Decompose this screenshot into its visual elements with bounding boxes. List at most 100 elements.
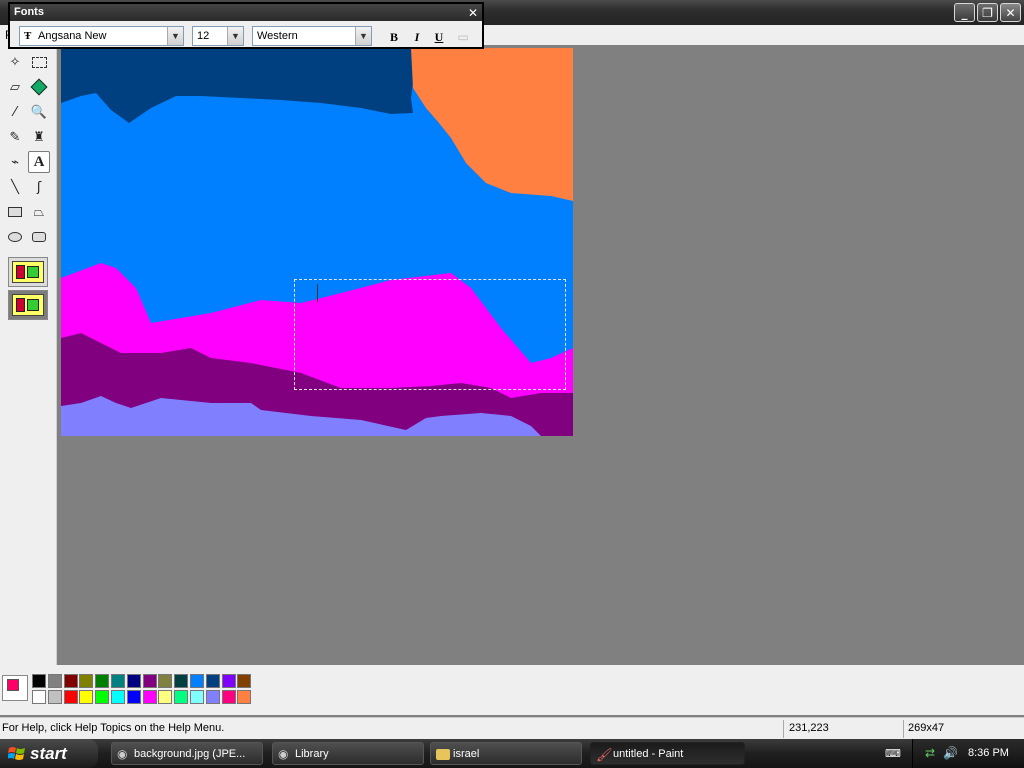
polygon-icon[interactable]: ⏢ bbox=[28, 201, 50, 223]
font-name-select[interactable]: Ŧ Angsana New ▼ bbox=[19, 26, 184, 46]
status-divider bbox=[903, 720, 904, 738]
palette-swatch[interactable] bbox=[63, 674, 78, 688]
palette-swatch[interactable] bbox=[221, 690, 236, 704]
palette-swatch[interactable] bbox=[142, 690, 157, 704]
volume-icon[interactable]: 🔊 bbox=[943, 746, 958, 760]
font-size-select[interactable]: 12 ▼ bbox=[192, 26, 244, 46]
chevron-down-icon[interactable]: ▼ bbox=[167, 27, 183, 45]
status-help-text: For Help, click Help Topics on the Help … bbox=[2, 722, 225, 734]
palette-swatch[interactable] bbox=[126, 674, 141, 688]
status-bar: For Help, click Help Topics on the Help … bbox=[0, 717, 1024, 739]
palette-swatch[interactable] bbox=[237, 690, 252, 704]
palette-swatch[interactable] bbox=[47, 674, 62, 688]
restore-button[interactable]: ❐ bbox=[977, 3, 998, 22]
task-label: israel bbox=[453, 747, 480, 760]
font-size-value: 12 bbox=[197, 30, 210, 42]
rounded-rectangle-icon[interactable] bbox=[28, 226, 50, 248]
pencil-icon[interactable]: ✎ bbox=[4, 126, 26, 148]
start-label: start bbox=[30, 743, 67, 763]
windows-flag-icon bbox=[8, 747, 25, 760]
keyboard-icon[interactable]: ⌨ bbox=[882, 742, 904, 765]
status-size: 269x47 bbox=[908, 722, 945, 734]
palette-swatch[interactable] bbox=[95, 690, 110, 704]
minimize-button[interactable]: _ bbox=[954, 3, 975, 22]
chevron-down-icon[interactable]: ▼ bbox=[355, 27, 371, 45]
palette-swatch[interactable] bbox=[47, 690, 62, 704]
font-name-value: Angsana New bbox=[38, 30, 107, 42]
airbrush-icon[interactable]: ⌁ bbox=[4, 151, 26, 173]
palette-swatch[interactable] bbox=[32, 674, 46, 688]
eraser-icon[interactable]: ▱ bbox=[4, 76, 26, 98]
folder-icon bbox=[436, 749, 450, 760]
text-selection-box[interactable] bbox=[294, 279, 566, 390]
fonts-toolbar: Fonts ✕ Ŧ Angsana New ▼ 12 ▼ Western ▼ B… bbox=[8, 2, 484, 49]
current-colors bbox=[2, 675, 28, 701]
taskbar: start ◉ background.jpg (JPE... ◉ Library… bbox=[0, 739, 1024, 768]
task-background-jpg[interactable]: ◉ background.jpg (JPE... bbox=[111, 742, 263, 765]
palette-swatch[interactable] bbox=[205, 690, 220, 704]
network-icon[interactable]: ⇄ bbox=[925, 746, 935, 760]
palette-swatch[interactable] bbox=[190, 690, 204, 704]
status-coords: 231,223 bbox=[789, 722, 829, 734]
ellipse-icon[interactable] bbox=[4, 226, 26, 248]
opaque-icon bbox=[12, 261, 44, 283]
fonts-toolbar-title: Fonts ✕ bbox=[10, 4, 482, 21]
close-button[interactable]: ✕ bbox=[1000, 3, 1021, 22]
curve-icon[interactable]: ʃ bbox=[28, 176, 50, 198]
media-library-icon: ◉ bbox=[278, 747, 289, 761]
palette-swatch[interactable] bbox=[79, 690, 94, 704]
palette-swatch[interactable] bbox=[111, 674, 125, 688]
text-caret bbox=[317, 284, 318, 302]
system-tray: ⇄ 🔊 8:36 PM bbox=[912, 739, 1024, 768]
chevron-down-icon[interactable]: ▼ bbox=[227, 27, 243, 45]
clock: 8:36 PM bbox=[968, 747, 1009, 759]
font-script-select[interactable]: Western ▼ bbox=[252, 26, 372, 46]
task-paint[interactable]: 🖌 untitled - Paint bbox=[590, 742, 745, 765]
palette-swatch[interactable] bbox=[221, 674, 236, 688]
palette-swatch[interactable] bbox=[174, 690, 189, 704]
palette-swatch[interactable] bbox=[126, 690, 141, 704]
palette-swatch[interactable] bbox=[174, 674, 189, 688]
underline-button[interactable]: U bbox=[430, 28, 448, 46]
line-icon[interactable]: ╲ bbox=[4, 176, 26, 198]
paint-app-icon: 🖌 bbox=[596, 747, 613, 762]
text-tool-icon[interactable]: A bbox=[28, 151, 50, 173]
palette-swatch[interactable] bbox=[111, 690, 125, 704]
palette-swatch[interactable] bbox=[158, 690, 173, 704]
task-label: untitled - Paint bbox=[613, 747, 684, 760]
palette-swatch[interactable] bbox=[95, 674, 110, 688]
font-script-value: Western bbox=[257, 30, 298, 42]
palette-swatch[interactable] bbox=[142, 674, 157, 688]
fonts-close-icon[interactable]: ✕ bbox=[468, 5, 478, 22]
palette-swatch[interactable] bbox=[158, 674, 173, 688]
task-label: background.jpg (JPE... bbox=[134, 747, 246, 760]
rect-select-icon[interactable] bbox=[28, 51, 50, 73]
palette-swatch[interactable] bbox=[237, 674, 252, 688]
palette-swatch[interactable] bbox=[205, 674, 220, 688]
free-form-select-icon[interactable]: ✧ bbox=[4, 51, 26, 73]
magnifier-icon[interactable]: 🔍 bbox=[28, 101, 50, 123]
palette-swatch[interactable] bbox=[190, 674, 204, 688]
image-viewer-icon: ◉ bbox=[117, 747, 128, 761]
foreground-color-swatch bbox=[7, 679, 19, 691]
fonts-title-label: Fonts bbox=[14, 6, 44, 18]
brush-icon[interactable]: ♜ bbox=[28, 126, 50, 148]
rectangle-icon[interactable] bbox=[4, 201, 26, 223]
text-opaque-option[interactable] bbox=[8, 257, 48, 287]
palette-swatch[interactable] bbox=[63, 690, 78, 704]
text-transparent-option[interactable] bbox=[8, 290, 48, 320]
task-label: Library bbox=[295, 747, 329, 760]
task-library[interactable]: ◉ Library bbox=[272, 742, 424, 765]
palette-swatch[interactable] bbox=[79, 674, 94, 688]
status-divider bbox=[783, 720, 784, 738]
color-picker-icon[interactable]: ⁄ bbox=[4, 101, 26, 123]
transparent-icon bbox=[12, 294, 44, 316]
italic-button[interactable]: I bbox=[408, 28, 426, 46]
bold-button[interactable]: B bbox=[385, 28, 403, 46]
task-israel[interactable]: israel bbox=[430, 742, 582, 765]
palette-swatch[interactable] bbox=[32, 690, 46, 704]
vertical-text-icon[interactable]: ▭ bbox=[454, 28, 472, 46]
start-button[interactable]: start bbox=[0, 739, 98, 768]
fill-icon[interactable] bbox=[28, 76, 50, 98]
truetype-icon: Ŧ bbox=[24, 30, 32, 42]
